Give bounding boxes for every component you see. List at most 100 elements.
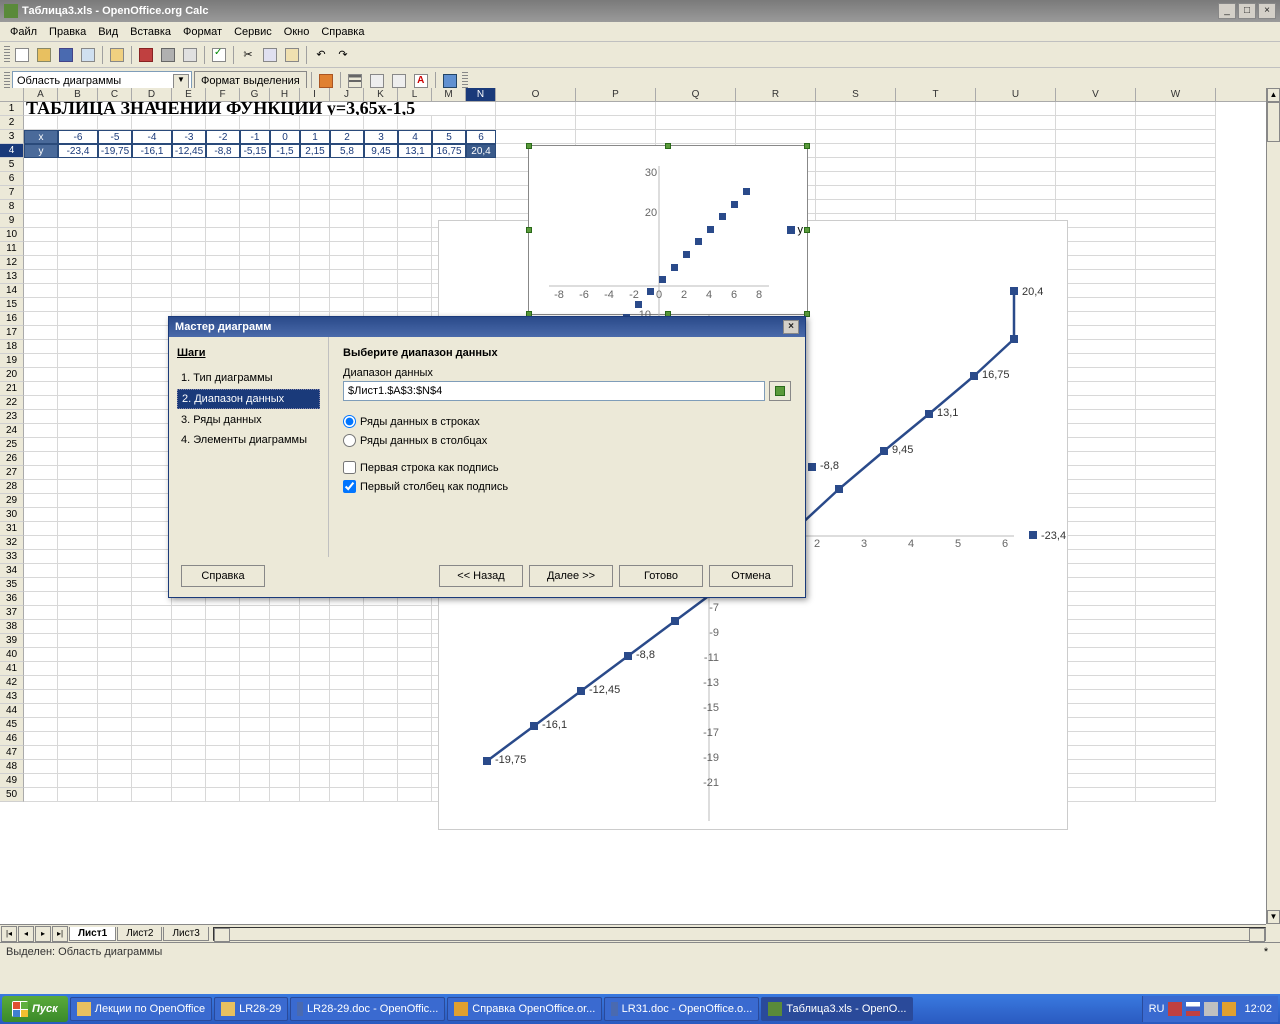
cell[interactable] [98, 410, 132, 424]
cell[interactable] [132, 186, 172, 200]
cell[interactable] [1136, 438, 1216, 452]
cell[interactable] [58, 606, 98, 620]
cell[interactable] [1136, 634, 1216, 648]
cell[interactable] [300, 242, 330, 256]
cell[interactable] [300, 172, 330, 186]
row-header[interactable]: 48 [0, 760, 24, 774]
cell[interactable] [58, 746, 98, 760]
check-first-col[interactable] [343, 480, 356, 493]
cell[interactable] [58, 256, 98, 270]
cell[interactable] [364, 270, 398, 284]
cell[interactable] [98, 634, 132, 648]
cell[interactable] [398, 270, 432, 284]
row-header[interactable]: 17 [0, 326, 24, 340]
cell[interactable] [132, 452, 172, 466]
cell[interactable] [1136, 494, 1216, 508]
tab-nav-prev[interactable]: ◂ [18, 926, 34, 942]
cell[interactable] [172, 746, 206, 760]
cell[interactable] [240, 298, 270, 312]
cell[interactable] [432, 116, 466, 130]
cell[interactable] [98, 298, 132, 312]
cell[interactable] [98, 242, 132, 256]
row-header[interactable]: 10 [0, 228, 24, 242]
row-header[interactable]: 31 [0, 522, 24, 536]
cell[interactable] [364, 172, 398, 186]
cell[interactable] [1136, 732, 1216, 746]
cell[interactable] [58, 284, 98, 298]
row-header[interactable]: 6 [0, 172, 24, 186]
cell[interactable] [132, 116, 172, 130]
cell[interactable] [240, 242, 270, 256]
cell[interactable] [736, 116, 816, 130]
print-button[interactable] [158, 45, 178, 65]
cell[interactable] [24, 256, 58, 270]
col-header[interactable]: Q [656, 88, 736, 101]
cell[interactable] [364, 214, 398, 228]
cell[interactable] [976, 186, 1056, 200]
cell[interactable] [24, 200, 58, 214]
cell[interactable] [98, 494, 132, 508]
cell[interactable] [432, 158, 466, 172]
cell[interactable] [364, 620, 398, 634]
cell[interactable] [1136, 620, 1216, 634]
cell[interactable] [98, 536, 132, 550]
cell[interactable] [1136, 256, 1216, 270]
row-header[interactable]: 43 [0, 690, 24, 704]
cell[interactable] [24, 578, 58, 592]
menu-file[interactable]: Файл [4, 24, 43, 40]
cell[interactable] [58, 438, 98, 452]
col-header[interactable]: C [98, 88, 132, 101]
cell[interactable] [58, 760, 98, 774]
resize-handle[interactable] [804, 227, 810, 233]
cell[interactable]: 2 [330, 130, 364, 144]
cell[interactable] [300, 158, 330, 172]
cell[interactable] [1136, 522, 1216, 536]
cell[interactable] [132, 410, 172, 424]
cell[interactable] [24, 368, 58, 382]
cell[interactable] [132, 298, 172, 312]
cell[interactable] [24, 410, 58, 424]
cell[interactable] [58, 648, 98, 662]
cell[interactable] [132, 704, 172, 718]
cell[interactable] [270, 158, 300, 172]
row-header[interactable]: 27 [0, 466, 24, 480]
cell[interactable] [172, 158, 206, 172]
cell[interactable]: -5 [98, 130, 132, 144]
cell[interactable] [58, 564, 98, 578]
cell[interactable] [98, 270, 132, 284]
radio-series-rows[interactable] [343, 415, 356, 428]
cell[interactable] [240, 200, 270, 214]
cell[interactable] [240, 606, 270, 620]
cell[interactable] [98, 620, 132, 634]
cell[interactable] [58, 340, 98, 354]
cell[interactable] [132, 508, 172, 522]
cell[interactable] [172, 228, 206, 242]
cell[interactable] [206, 298, 240, 312]
row-header[interactable]: 46 [0, 732, 24, 746]
cell[interactable] [24, 494, 58, 508]
cell[interactable] [330, 718, 364, 732]
volume-icon[interactable] [1204, 1002, 1218, 1016]
cell[interactable]: 13,1 [398, 144, 432, 158]
cell[interactable] [364, 606, 398, 620]
cell[interactable]: -2 [206, 130, 240, 144]
sheet-tab-2[interactable]: Лист2 [117, 927, 162, 941]
cell[interactable] [206, 186, 240, 200]
vertical-scrollbar[interactable]: ▲ ▼ [1266, 88, 1280, 924]
task-item[interactable]: Таблица3.xls - OpenO... [761, 997, 913, 1021]
row-header[interactable]: 11 [0, 242, 24, 256]
cell[interactable] [24, 718, 58, 732]
help-button[interactable]: Справка [181, 565, 265, 587]
cell[interactable] [300, 690, 330, 704]
cell[interactable] [132, 480, 172, 494]
cell[interactable] [364, 228, 398, 242]
cell[interactable] [364, 732, 398, 746]
cell[interactable] [240, 718, 270, 732]
cell[interactable] [206, 760, 240, 774]
cell[interactable] [206, 116, 240, 130]
cell[interactable] [24, 788, 58, 802]
cell[interactable] [1136, 172, 1216, 186]
cell[interactable] [58, 452, 98, 466]
cell[interactable] [270, 214, 300, 228]
cell[interactable] [132, 522, 172, 536]
